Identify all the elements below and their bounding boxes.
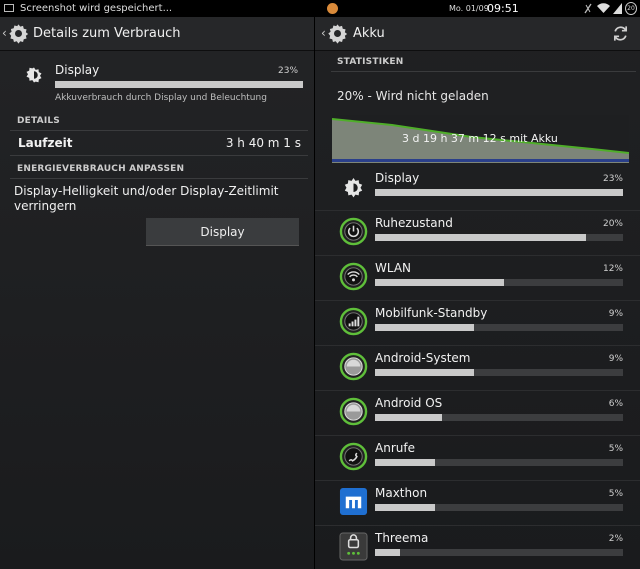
app-usage-percent: 6%: [608, 399, 623, 409]
status-date: Mo. 01/09: [449, 4, 489, 13]
app-usage-bar-fill: [375, 549, 400, 556]
phone-call-icon: [339, 442, 368, 471]
action-bar: ‹ Akku: [315, 17, 640, 51]
app-usage-percent: 5%: [608, 489, 623, 499]
list-item[interactable]: Mobilfunk-Standby 9%: [315, 300, 640, 346]
android-system-icon: [339, 352, 368, 381]
chevron-left-icon[interactable]: ‹: [2, 26, 7, 40]
adjust-section-header: ENERGIEVERBRAUCH ANPASSEN: [10, 160, 308, 179]
app-name: Threema: [375, 531, 429, 545]
app-usage-bar: [375, 369, 623, 376]
battery-duration-label: 3 d 19 h 37 m 12 s mit Akku: [402, 132, 558, 145]
app-usage-bar: [375, 234, 623, 241]
app-notification-icon: [327, 3, 338, 14]
app-usage-percent: 9%: [608, 309, 623, 319]
action-bar: ‹ Details zum Verbrauch: [0, 17, 315, 51]
list-item[interactable]: Android-System 9%: [315, 345, 640, 391]
power-standby-icon: [339, 217, 368, 246]
battery-status-text: 20% - Wird nicht geladen: [337, 89, 489, 103]
screenshot-notification-icon: [4, 4, 14, 12]
app-usage-description: Akkuverbrauch durch Display und Beleucht…: [55, 93, 267, 103]
status-time: 09:51: [487, 2, 519, 15]
wifi-icon: [339, 262, 368, 291]
list-item[interactable]: Android OS 6%: [315, 390, 640, 436]
adjust-hint-text: Display-Helligkeit und/oder Display-Zeit…: [14, 184, 279, 213]
gear-icon[interactable]: [327, 23, 348, 44]
chevron-left-icon[interactable]: ‹: [321, 26, 326, 40]
display-brightness-icon: [26, 67, 42, 83]
app-usage-bar: [375, 279, 623, 286]
app-usage-bar: [375, 324, 623, 331]
app-usage-bar: [375, 459, 623, 466]
app-name: Android-System: [375, 351, 471, 365]
app-name: Display: [55, 63, 100, 77]
maxthon-app-icon: [339, 487, 368, 516]
details-section-header: DETAILS: [10, 112, 308, 131]
status-notification-text: Screenshot wird gespeichert...: [20, 3, 173, 14]
app-usage-bar-fill: [375, 414, 442, 421]
app-usage-bar-fill: [375, 459, 435, 466]
list-item[interactable]: Threema 2%: [315, 525, 640, 569]
status-bar: Mo. 01/09 09:51 20: [315, 0, 640, 17]
app-usage-bar-fill: [375, 324, 475, 331]
display-settings-button[interactable]: Display: [146, 218, 299, 246]
app-name: Ruhezustand: [375, 216, 453, 230]
list-item[interactable]: Anrufe 5%: [315, 435, 640, 481]
app-name: Anrufe: [375, 441, 415, 455]
wifi-icon: [597, 3, 610, 14]
vibrate-icon: [584, 3, 592, 14]
app-usage-percent: 20%: [602, 219, 623, 229]
runtime-label: Laufzeit: [18, 136, 73, 150]
page-title: Akku: [353, 26, 385, 41]
app-usage-bar: [55, 81, 303, 88]
app-usage-bar-fill: [375, 369, 475, 376]
app-name: Android OS: [375, 396, 443, 410]
threema-app-icon: [339, 532, 368, 561]
list-item[interactable]: Maxthon 5%: [315, 480, 640, 526]
app-usage-bar: [375, 504, 623, 511]
app-usage-bar-fill: [375, 234, 586, 241]
app-usage-bar: [375, 549, 623, 556]
battery-history-graph[interactable]: 3 d 19 h 37 m 12 s mit Akku: [332, 115, 629, 163]
cell-signal-icon: [339, 307, 368, 336]
statistics-section-header: STATISTIKEN: [331, 53, 636, 72]
battery-icon: 20: [625, 2, 637, 15]
app-usage-bar-fill: [375, 504, 435, 511]
app-usage-bar-fill: [375, 279, 504, 286]
refresh-icon[interactable]: [612, 25, 629, 42]
app-usage-percent: 23%: [278, 66, 299, 76]
app-usage-percent: 12%: [602, 264, 623, 274]
app-name: WLAN: [375, 261, 412, 275]
app-usage-percent: 2%: [608, 534, 623, 544]
list-item[interactable]: Ruhezustand 20%: [315, 210, 640, 256]
app-usage-bar-fill: [55, 81, 112, 88]
app-usage-bar-fill: [375, 189, 623, 196]
usage-details-pane: Screenshot wird gespeichert... ‹ Details…: [0, 0, 315, 569]
app-usage-bar: [375, 414, 623, 421]
app-usage-bar: [375, 189, 623, 196]
battery-pane: Mo. 01/09 09:51 20 ‹ Akku STATISTIKEN 20…: [315, 0, 640, 569]
status-bar: Screenshot wird gespeichert...: [0, 0, 315, 17]
list-item[interactable]: WLAN 12%: [315, 255, 640, 301]
list-item[interactable]: Display 23%: [315, 165, 640, 211]
display-brightness-icon: [339, 172, 368, 201]
battery-usage-list: Display 23% Ruhezustand 20% WLAN 12% Mob…: [315, 165, 640, 569]
app-usage-percent: 9%: [608, 354, 623, 364]
runtime-value: 3 h 40 m 1 s: [225, 136, 301, 150]
gear-icon[interactable]: [8, 23, 29, 44]
android-os-icon: [339, 397, 368, 426]
cell-signal-icon: [613, 3, 622, 14]
app-usage-percent: 5%: [608, 444, 623, 454]
app-usage-percent: 23%: [602, 174, 623, 184]
page-title: Details zum Verbrauch: [33, 26, 181, 41]
app-name: Display: [375, 171, 420, 185]
app-name: Maxthon: [375, 486, 428, 500]
app-name: Mobilfunk-Standby: [375, 306, 488, 320]
divider: [10, 155, 308, 156]
